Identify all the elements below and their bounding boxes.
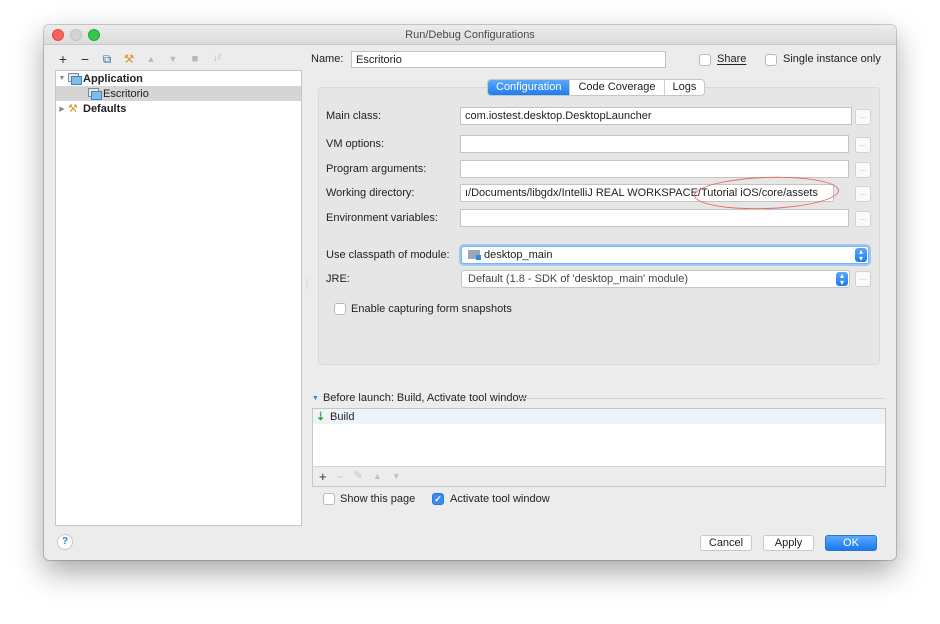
copy-icon[interactable]: ⧉ <box>100 52 114 66</box>
share-checkbox[interactable] <box>699 54 711 66</box>
before-launch-title: Before launch: Build, Activate tool wind… <box>322 392 527 404</box>
chevron-updown-icon: ▴ ▾ <box>836 272 848 287</box>
tab-logs[interactable]: Logs <box>665 80 705 95</box>
enable-snapshots-checkbox[interactable] <box>334 303 346 315</box>
share-label[interactable]: Share <box>717 53 746 65</box>
main-class-browse-button[interactable]: ... <box>855 109 871 125</box>
add-icon[interactable]: + <box>56 52 70 66</box>
remove-icon[interactable]: − <box>78 52 92 66</box>
jre-browse-button[interactable]: ... <box>855 271 871 287</box>
single-instance-checkbox[interactable] <box>765 54 777 66</box>
activate-tool-window-checkbox[interactable]: ✓ <box>432 493 444 505</box>
folder-icon[interactable]: ■ <box>188 52 202 66</box>
collapse-triangle-icon: ▼ <box>312 394 319 402</box>
wrench-icon: ⚒ <box>68 102 78 115</box>
working-directory-browse-button[interactable]: ... <box>855 186 871 202</box>
splitter-handle[interactable]: ⋮ ⋮ <box>303 278 311 294</box>
environment-variables-label: Environment variables: <box>326 212 438 224</box>
sort-icon[interactable]: ↓ᶻ <box>210 52 224 66</box>
tab-code-coverage[interactable]: Code Coverage <box>570 80 665 95</box>
remove-icon[interactable]: − <box>337 471 344 483</box>
main-class-input[interactable]: com.iostest.desktop.DesktopLauncher <box>460 107 852 125</box>
program-arguments-expand-button[interactable]: ... <box>855 162 871 178</box>
move-down-icon[interactable]: ▼ <box>166 52 180 66</box>
list-item-label: Build <box>330 410 355 423</box>
ok-button[interactable]: OK <box>825 535 877 551</box>
expand-arrow-icon[interactable]: ▼ <box>56 75 68 82</box>
tree-item-label: Escritorio <box>103 87 149 100</box>
working-directory-input[interactable]: ı/Documents/libgdx/IntelliJ REAL WORKSPA… <box>460 184 834 202</box>
run-debug-dialog: Run/Debug Configurations + − ⧉ ⚒ ▲ ▼ ■ ↓… <box>44 25 896 560</box>
program-arguments-label: Program arguments: <box>326 163 427 175</box>
config-tree: ▼ Application Escritorio ▶ ⚒ Defaults <box>55 70 302 526</box>
jre-label: JRE: <box>326 273 350 285</box>
environment-variables-browse-button[interactable]: ... <box>855 211 871 227</box>
move-up-icon[interactable]: ▲ <box>373 472 382 481</box>
jre-select[interactable]: Default (1.8 - SDK of 'desktop_main' mod… <box>461 270 850 288</box>
cancel-button[interactable]: Cancel <box>700 535 752 551</box>
before-launch-toolbar: + − ✎ ▲ ▼ <box>312 466 886 487</box>
separator <box>518 398 885 399</box>
name-label: Name: <box>311 53 344 65</box>
title-bar: Run/Debug Configurations <box>44 25 896 45</box>
tree-item-escritorio[interactable]: Escritorio <box>56 86 301 101</box>
collapse-arrow-icon[interactable]: ▶ <box>56 105 68 113</box>
name-input[interactable]: Escritorio <box>351 51 666 68</box>
wrench-icon[interactable]: ⚒ <box>122 52 136 66</box>
jre-value: Default (1.8 - SDK of 'desktop_main' mod… <box>468 273 689 285</box>
tab-configuration[interactable]: Configuration <box>488 80 571 95</box>
tree-item-label: Application <box>83 72 143 85</box>
tab-bar: Configuration Code Coverage Logs <box>487 79 706 96</box>
show-this-page-label[interactable]: Show this page <box>340 493 415 505</box>
window-title: Run/Debug Configurations <box>405 29 535 41</box>
list-item[interactable]: ⇣ Build <box>313 409 885 424</box>
classpath-module-select[interactable]: desktop_main ▴ ▾ <box>461 246 869 264</box>
tree-item-label: Defaults <box>83 102 127 115</box>
tree-item-application[interactable]: ▼ Application <box>56 71 301 86</box>
environment-variables-input[interactable] <box>460 209 849 227</box>
main-class-label: Main class: <box>326 110 382 122</box>
help-button[interactable]: ? <box>57 534 73 550</box>
maximize-window-button[interactable] <box>88 29 100 41</box>
build-icon: ⇣ <box>316 411 326 423</box>
working-directory-label: Working directory: <box>326 187 415 199</box>
program-arguments-input[interactable] <box>460 160 849 178</box>
activate-tool-window-label[interactable]: Activate tool window <box>450 493 550 505</box>
minimize-window-button[interactable] <box>70 29 82 41</box>
vm-options-expand-button[interactable]: ... <box>855 137 871 153</box>
edit-icon[interactable]: ✎ <box>354 471 363 482</box>
add-icon[interactable]: + <box>319 470 327 483</box>
vm-options-label: VM options: <box>326 138 385 150</box>
apply-button[interactable]: Apply <box>763 535 814 551</box>
chevron-updown-icon: ▴ ▾ <box>855 248 867 263</box>
classpath-module-value: desktop_main <box>484 249 553 261</box>
move-down-icon[interactable]: ▼ <box>392 472 401 481</box>
application-icon <box>88 88 102 100</box>
application-icon <box>68 73 82 85</box>
config-toolbar: + − ⧉ ⚒ ▲ ▼ ■ ↓ᶻ <box>56 51 224 67</box>
before-launch-header[interactable]: ▼ Before launch: Build, Activate tool wi… <box>312 392 527 404</box>
move-up-icon[interactable]: ▲ <box>144 52 158 66</box>
vm-options-input[interactable] <box>460 135 849 153</box>
module-folder-icon <box>468 250 481 260</box>
enable-snapshots-label[interactable]: Enable capturing form snapshots <box>351 303 512 315</box>
show-this-page-checkbox[interactable] <box>323 493 335 505</box>
close-window-button[interactable] <box>52 29 64 41</box>
tree-item-defaults[interactable]: ▶ ⚒ Defaults <box>56 101 301 116</box>
single-instance-label[interactable]: Single instance only <box>783 53 881 65</box>
classpath-module-label: Use classpath of module: <box>326 249 450 261</box>
